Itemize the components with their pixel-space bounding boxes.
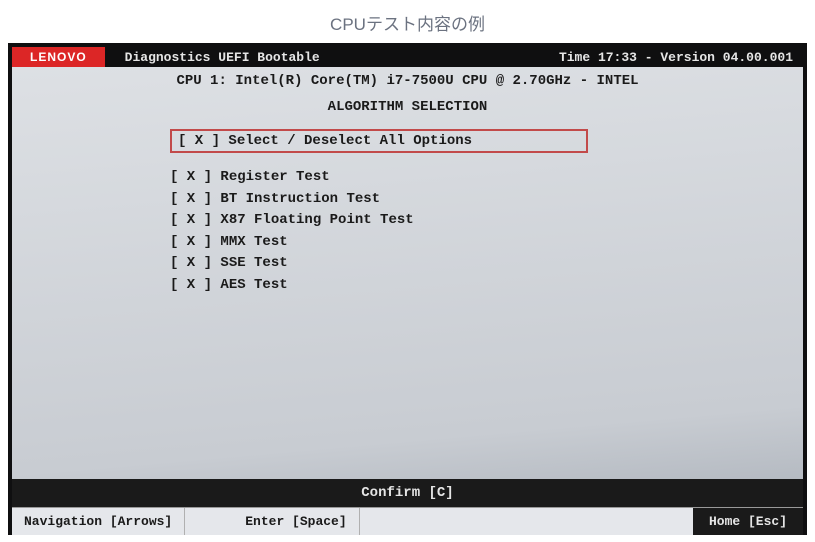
checkbox-icon: [ X ] [170, 234, 212, 250]
option-aes-test[interactable]: [ X ] AES Test [170, 275, 803, 297]
option-label: BT Instruction Test [220, 191, 380, 207]
select-all-option[interactable]: [ X ] Select / Deselect All Options [170, 129, 588, 153]
option-label: X87 Floating Point Test [220, 212, 413, 228]
option-label: Register Test [220, 169, 329, 185]
option-register-test[interactable]: [ X ] Register Test [170, 167, 803, 189]
header-bar: LENOVO Diagnostics UEFI Bootable Time 17… [12, 47, 803, 67]
checkbox-icon: [ X ] [170, 191, 212, 207]
checkbox-icon: [ X ] [170, 277, 212, 293]
version-label: - Version 04.00.001 [645, 50, 793, 65]
footer-home-button[interactable]: Home [Esc] [693, 508, 803, 535]
option-bt-instruction-test[interactable]: [ X ] BT Instruction Test [170, 189, 803, 211]
checkbox-icon: [ X ] [170, 255, 212, 271]
footer-spacer [360, 508, 693, 535]
confirm-button[interactable]: Confirm [C] [12, 479, 803, 507]
time-label: Time 17:33 [559, 50, 637, 65]
app-title: Diagnostics UEFI Bootable [105, 50, 559, 65]
option-label: MMX Test [220, 234, 287, 250]
footer-bar: Navigation [Arrows] Enter [Space] Home [… [12, 507, 803, 535]
checkbox-icon: [ X ] [170, 169, 212, 185]
footer-enter: Enter [Space] [185, 508, 359, 535]
checkbox-icon: [ X ] [178, 133, 220, 149]
options-area: [ X ] Select / Deselect All Options [ X … [170, 129, 803, 297]
select-all-label: Select / Deselect All Options [228, 133, 472, 149]
main-panel: CPU 1: Intel(R) Core(TM) i7-7500U CPU @ … [12, 67, 803, 507]
option-sse-test[interactable]: [ X ] SSE Test [170, 253, 803, 275]
section-title: ALGORITHM SELECTION [12, 99, 803, 115]
cpu-info: CPU 1: Intel(R) Core(TM) i7-7500U CPU @ … [12, 73, 803, 89]
footer-navigation: Navigation [Arrows] [12, 508, 185, 535]
checkbox-icon: [ X ] [170, 212, 212, 228]
caption-text: CPUテスト内容の例 [0, 0, 815, 43]
screen-wrapper: LENOVO Diagnostics UEFI Bootable Time 17… [8, 43, 807, 535]
brand-logo: LENOVO [12, 47, 105, 67]
option-x87-floating-point-test[interactable]: [ X ] X87 Floating Point Test [170, 210, 803, 232]
option-label: SSE Test [220, 255, 287, 271]
option-label: AES Test [220, 277, 287, 293]
header-right: Time 17:33 - Version 04.00.001 [559, 50, 803, 65]
option-mmx-test[interactable]: [ X ] MMX Test [170, 232, 803, 254]
